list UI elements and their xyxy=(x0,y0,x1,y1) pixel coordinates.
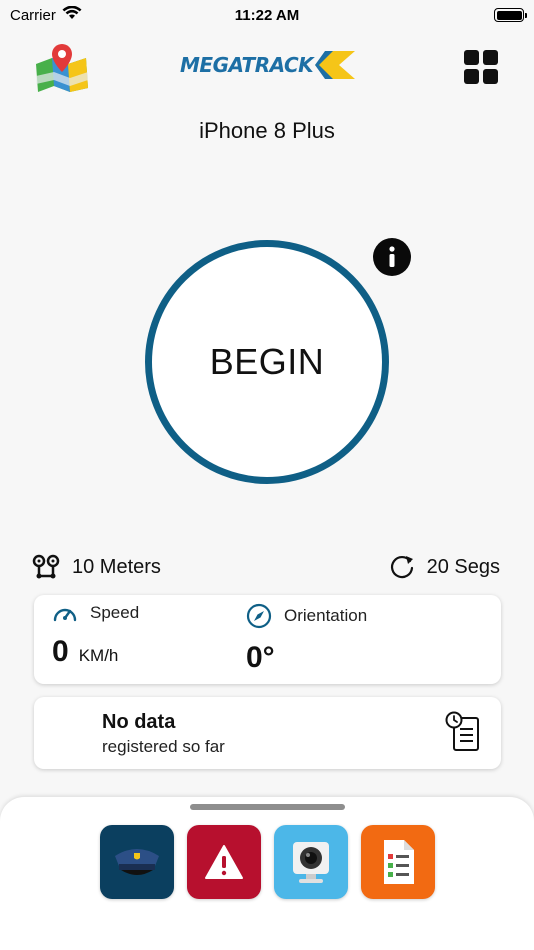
orientation-metric: Orientation 0° xyxy=(246,603,367,675)
refresh-icon xyxy=(390,555,413,579)
segments-stat: 20 Segs xyxy=(389,554,500,580)
compass-icon xyxy=(246,603,272,629)
begin-button[interactable]: BEGIN xyxy=(145,240,389,484)
orientation-label: Orientation xyxy=(284,606,368,625)
device-name: iPhone 8 Plus xyxy=(199,118,335,143)
route-icon xyxy=(32,554,60,579)
camera-icon xyxy=(293,842,329,883)
top-bar: MEGATRACK xyxy=(0,40,534,100)
stats-row: 10 Meters 20 Segs xyxy=(32,552,500,582)
map-pin-icon xyxy=(36,44,88,92)
police-cap-icon xyxy=(115,849,159,875)
status-bar: Carrier 11:22 AM xyxy=(0,0,534,30)
info-icon xyxy=(389,246,395,267)
info-button[interactable] xyxy=(373,238,411,276)
alert-app-button[interactable] xyxy=(187,825,261,899)
grid-icon xyxy=(464,50,479,65)
map-button[interactable] xyxy=(34,42,90,94)
alert-icon xyxy=(205,845,243,879)
speed-label: Speed xyxy=(90,603,140,622)
metrics-card: Speed 0 KM/h Orientation 0° xyxy=(34,595,501,684)
data-title: No data xyxy=(102,711,176,733)
data-subtitle: registered so far xyxy=(102,737,225,756)
speedometer-icon xyxy=(53,608,77,622)
speed-value: 0 xyxy=(52,635,69,668)
begin-label: BEGIN xyxy=(209,341,325,382)
distance-stat: 10 Meters xyxy=(32,554,161,580)
speed-metric: Speed 0 KM/h xyxy=(52,603,139,669)
history-report-icon xyxy=(445,711,479,751)
bottom-sheet xyxy=(0,797,534,950)
police-app-button[interactable] xyxy=(100,825,174,899)
checklist-app-button[interactable] xyxy=(361,825,435,899)
camera-app-button[interactable] xyxy=(274,825,348,899)
logo-text: MEGATRACK xyxy=(180,53,314,77)
battery-icon xyxy=(494,8,527,22)
data-card[interactable]: No data registered so far xyxy=(34,697,501,769)
sheet-handle[interactable] xyxy=(190,804,345,810)
orientation-value: 0° xyxy=(246,641,275,674)
segments-value: 20 Segs xyxy=(426,555,500,578)
checklist-icon xyxy=(384,840,414,884)
app-shortcuts xyxy=(100,825,435,899)
speed-unit: KM/h xyxy=(78,646,119,665)
distance-value: 10 Meters xyxy=(72,555,161,578)
megatrack-logo: MEGATRACK xyxy=(180,48,375,82)
carrier-label: Carrier xyxy=(10,6,56,24)
wifi-icon xyxy=(62,5,82,24)
logo-chevron-icon xyxy=(315,51,356,79)
grid-menu-button[interactable] xyxy=(464,50,498,84)
